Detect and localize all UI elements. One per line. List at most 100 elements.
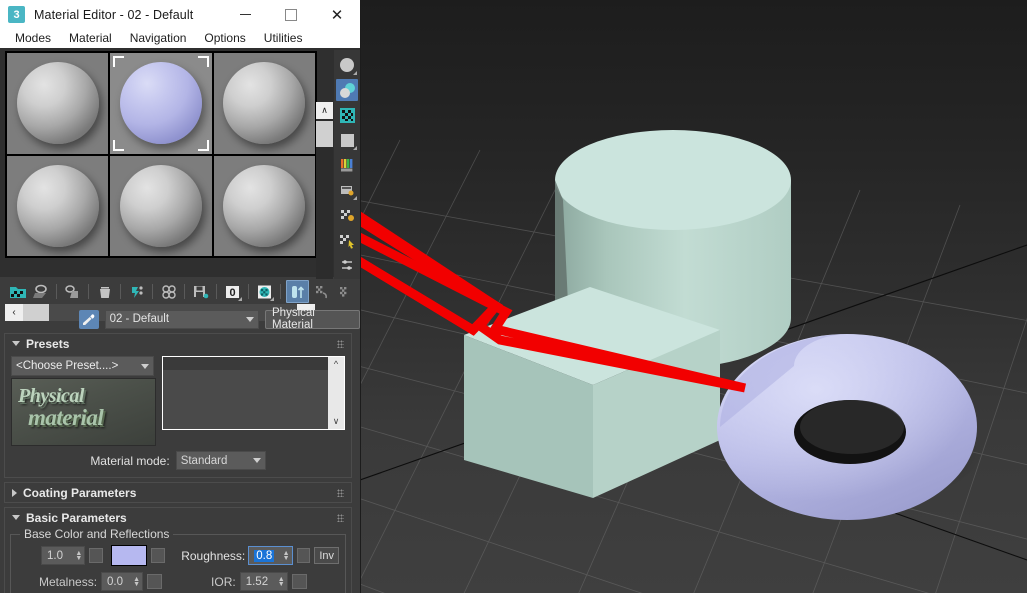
metalness-label: Metalness: xyxy=(39,574,98,589)
eyedropper-icon[interactable] xyxy=(79,309,99,329)
toolbar-separator xyxy=(120,284,121,299)
3dsmax-icon: 3 xyxy=(8,6,25,23)
sample-sphere xyxy=(119,62,202,145)
material-mode-dropdown[interactable]: Standard xyxy=(175,451,266,470)
sample-slot-4[interactable] xyxy=(6,154,110,257)
backlight-icon[interactable] xyxy=(336,79,358,101)
menu-material[interactable]: Material xyxy=(60,29,121,48)
options-icon[interactable] xyxy=(336,204,358,226)
sample-slot-6[interactable] xyxy=(212,154,316,257)
spinner-arrows-icon[interactable]: ▲ ▼ xyxy=(133,576,140,588)
toolbar-separator xyxy=(216,284,217,299)
window-controls: ✕ xyxy=(222,0,360,29)
ior-spinner[interactable]: 1.52 ▲ ▼ xyxy=(239,572,288,591)
flyout-arrow-icon xyxy=(353,196,357,200)
background-checker-icon[interactable] xyxy=(336,104,358,126)
choose-preset-value: <Choose Preset....> xyxy=(16,360,119,372)
menu-modes[interactable]: Modes xyxy=(6,29,60,48)
show-shaded-material-in-viewport-icon[interactable] xyxy=(254,281,275,302)
sample-slot-1[interactable] xyxy=(6,52,110,155)
video-color-check-icon[interactable] xyxy=(336,154,358,176)
base-weight-spinner[interactable]: 1.0 ▲ ▼ xyxy=(41,546,86,565)
vertical-scroll-thumb[interactable] xyxy=(316,121,333,147)
material-name-row: 02 - Default Physical Material xyxy=(0,307,360,331)
material-mode-row: Material mode: Standard xyxy=(11,451,345,470)
flyout-arrow-icon xyxy=(353,71,357,75)
roughness-map-button[interactable] xyxy=(296,548,311,563)
base-color-swatch[interactable] xyxy=(111,545,148,566)
choose-preset-dropdown[interactable]: <Choose Preset....> xyxy=(11,356,154,376)
make-unique-icon[interactable] xyxy=(158,281,179,302)
minimize-button[interactable] xyxy=(222,0,268,29)
coating-parameters-title: Coating Parameters xyxy=(23,485,137,500)
slots-vertical-scrollbar[interactable]: ∧ ∨ xyxy=(316,102,333,302)
material-id-channel-icon[interactable] xyxy=(336,254,358,276)
viewport-scene xyxy=(360,130,1027,593)
roughness-invert-button[interactable]: Inv xyxy=(314,547,340,564)
basic-parameters-header[interactable]: Basic Parameters xyxy=(5,508,351,527)
base-color-map-button[interactable] xyxy=(151,548,166,563)
spinner-arrows-icon[interactable]: ▲ ▼ xyxy=(283,550,290,562)
preset-list-scrollbar[interactable]: ^ ∨ xyxy=(328,357,344,429)
go-forward-to-sibling-icon[interactable] xyxy=(334,281,355,302)
presets-rollout-header[interactable]: Presets xyxy=(5,334,351,353)
assign-material-to-selection-icon[interactable] xyxy=(62,281,83,302)
coating-parameters-header[interactable]: Coating Parameters xyxy=(5,483,351,502)
material-type-button[interactable]: Physical Material xyxy=(265,307,360,331)
show-end-result-icon[interactable] xyxy=(286,280,309,303)
reset-map-material-icon[interactable] xyxy=(94,281,115,302)
get-material-icon[interactable] xyxy=(7,281,28,302)
presets-title: Presets xyxy=(26,336,70,351)
sample-slot-5[interactable] xyxy=(109,154,213,257)
title-bar: 3 Material Editor - 02 - Default ✕ xyxy=(0,0,360,29)
material-name-dropdown[interactable]: 02 - Default xyxy=(104,309,259,329)
presets-row: <Choose Preset....> Physical material ^ … xyxy=(11,356,345,446)
scroll-down-icon[interactable]: ∨ xyxy=(333,416,340,427)
ior-value: 1.52 xyxy=(245,575,269,588)
spinner-arrows-icon[interactable]: ▲ ▼ xyxy=(75,550,82,562)
menu-options[interactable]: Options xyxy=(195,29,254,48)
menu-utilities[interactable]: Utilities xyxy=(255,29,312,48)
sample-type-sphere-icon[interactable] xyxy=(336,54,358,76)
base-weight-value: 1.0 xyxy=(47,549,63,562)
put-to-library-icon[interactable] xyxy=(190,281,211,302)
metalness-spinner[interactable]: 0.0 ▲ ▼ xyxy=(101,572,144,591)
svg-text:0: 0 xyxy=(229,287,235,299)
put-material-to-scene-icon[interactable] xyxy=(30,281,51,302)
scroll-up-icon[interactable]: ^ xyxy=(334,359,338,369)
close-button[interactable]: ✕ xyxy=(314,0,360,29)
slot-corner-marker xyxy=(197,56,209,67)
rollout-grip-icon xyxy=(337,489,344,497)
spinner-arrows-icon[interactable]: ▲ ▼ xyxy=(278,576,285,588)
3d-viewport[interactable] xyxy=(360,0,1027,593)
make-material-copy-icon[interactable] xyxy=(126,281,147,302)
menu-navigation[interactable]: Navigation xyxy=(121,29,196,48)
toolbar-separator xyxy=(152,284,153,299)
material-mode-value: Standard xyxy=(180,454,228,467)
make-preview-icon[interactable] xyxy=(336,179,358,201)
sample-slot-2[interactable] xyxy=(109,52,213,155)
flyout-arrow-icon xyxy=(353,146,357,150)
maximize-button[interactable] xyxy=(268,0,314,29)
preset-list-items[interactable] xyxy=(163,357,328,429)
base-weight-map-button[interactable] xyxy=(89,548,104,563)
scroll-up-button[interactable]: ∧ xyxy=(316,102,333,119)
toolbar-separator xyxy=(56,284,57,299)
chevron-right-icon xyxy=(12,488,17,497)
roughness-spinner[interactable]: 0.8 ▲ ▼ xyxy=(248,546,293,565)
preview-text-line2: material xyxy=(28,405,104,430)
slot-corner-marker xyxy=(113,56,125,67)
preset-list-selected-row[interactable] xyxy=(163,357,328,370)
material-id-channel-icon[interactable]: 0 xyxy=(222,281,243,302)
ior-map-button[interactable] xyxy=(291,574,307,589)
select-by-material-icon[interactable] xyxy=(336,229,358,251)
preset-list[interactable]: ^ ∨ xyxy=(162,356,345,430)
material-mode-label: Material mode: xyxy=(90,453,170,468)
metalness-map-button[interactable] xyxy=(147,574,163,589)
sample-uv-tiling-icon[interactable] xyxy=(336,129,358,151)
presets-rollout-body: <Choose Preset....> Physical material ^ … xyxy=(5,353,351,477)
flyout-arrow-icon xyxy=(270,297,274,301)
go-to-parent-icon[interactable] xyxy=(311,281,332,302)
sample-slot-3[interactable] xyxy=(212,52,316,155)
window-title: Material Editor - 02 - Default xyxy=(34,7,194,22)
